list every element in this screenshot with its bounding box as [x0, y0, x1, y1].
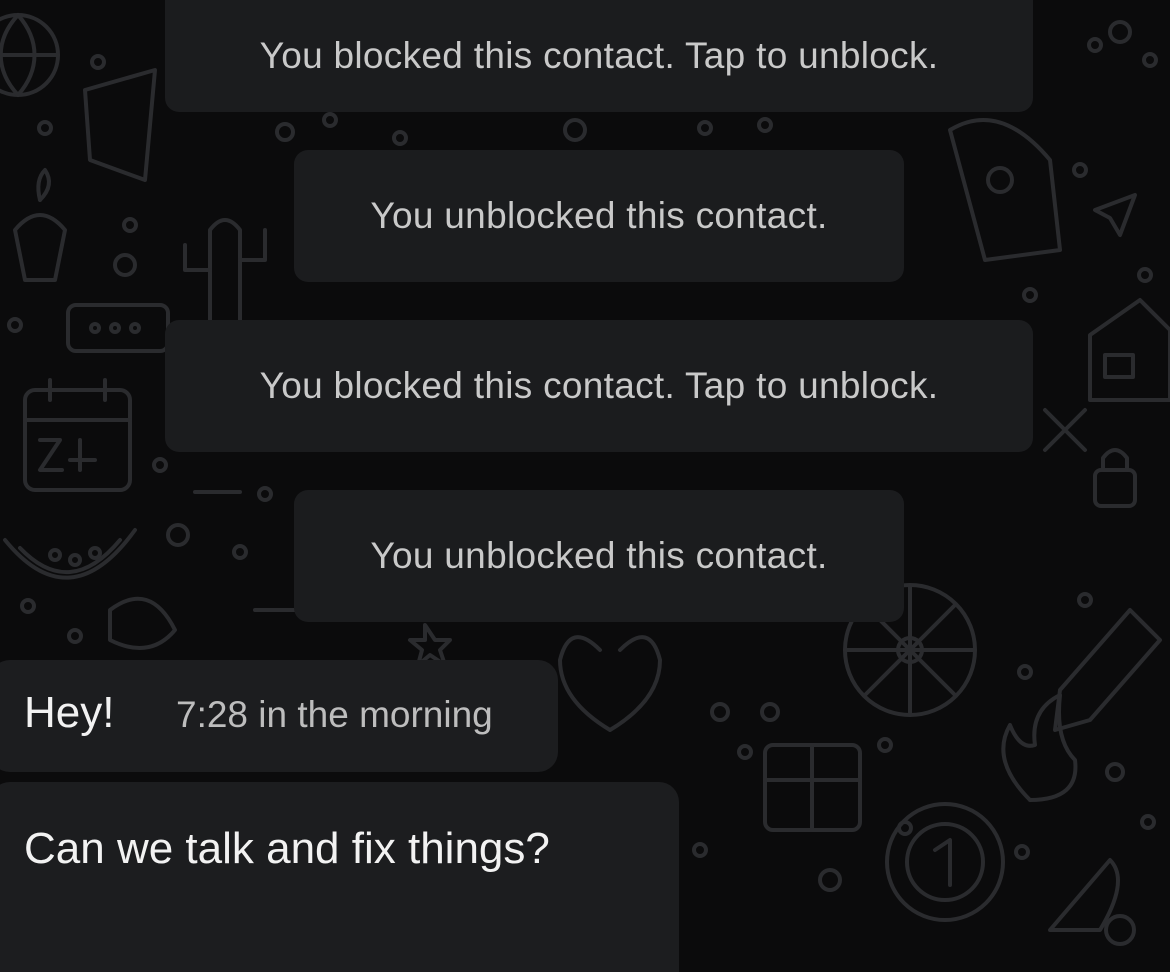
- chat-conversation: You blocked this contact. Tap to unblock…: [0, 0, 1170, 972]
- system-message-text: You blocked this contact. Tap to unblock…: [259, 35, 939, 76]
- blocked-contact-notice[interactable]: You blocked this contact. Tap to unblock…: [165, 320, 1033, 452]
- system-message-text: You unblocked this contact.: [370, 195, 828, 236]
- unblocked-contact-notice: You unblocked this contact.: [294, 150, 904, 282]
- incoming-message-bubble[interactable]: Can we talk and fix things?: [0, 782, 679, 972]
- message-text: Can we talk and fix things?: [24, 824, 550, 873]
- incoming-message-bubble[interactable]: Hey! 7:28 in the morning: [0, 660, 558, 772]
- message-text: Hey!: [24, 688, 115, 737]
- unblocked-contact-notice: You unblocked this contact.: [294, 490, 904, 622]
- system-message-text: You blocked this contact. Tap to unblock…: [259, 365, 939, 406]
- message-timestamp: 7:28 in the morning: [176, 694, 493, 735]
- system-message-text: You unblocked this contact.: [370, 535, 828, 576]
- blocked-contact-notice[interactable]: You blocked this contact. Tap to unblock…: [165, 0, 1033, 112]
